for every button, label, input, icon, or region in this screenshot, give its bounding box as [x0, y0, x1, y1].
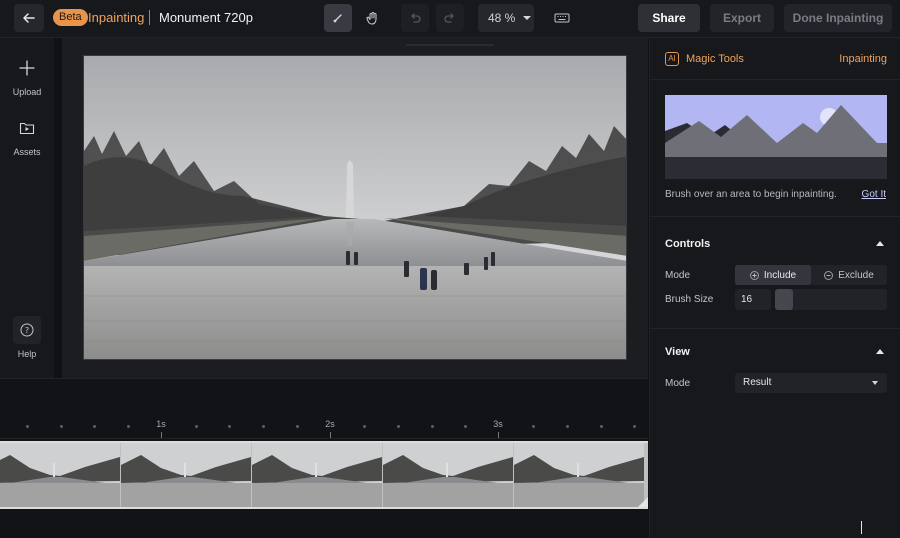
app-name: Inpainting [88, 10, 145, 25]
clip-thumbnail [383, 443, 513, 507]
controls-mode-label: Mode [665, 270, 691, 281]
brush-size-label: Brush Size [665, 294, 714, 305]
brush-tool-button[interactable] [324, 4, 352, 32]
mode-segmented-control: Include Exclude [735, 265, 887, 285]
done-inpainting-button[interactable]: Done Inpainting [784, 4, 892, 32]
ruler-dot [397, 425, 400, 428]
got-it-link[interactable]: Got It [862, 189, 886, 200]
plus-circle-icon [749, 270, 759, 280]
export-button[interactable]: Export [710, 4, 774, 32]
ruler-tick-mark [498, 432, 499, 438]
slider-handle[interactable] [775, 289, 793, 310]
view-mode-label: Mode [665, 378, 691, 389]
magic-tools-panel: AI Magic Tools Inpainting Brush over an … [649, 38, 900, 538]
controls-section-title[interactable]: Controls [665, 238, 710, 250]
plus-icon [13, 54, 41, 82]
chevron-down-icon [872, 381, 878, 385]
ruler-dot [464, 425, 467, 428]
arrow-left-icon [23, 13, 35, 23]
clip-thumbnail [514, 443, 644, 507]
collapse-caret-icon[interactable] [876, 349, 884, 354]
help-label: Help [17, 349, 37, 359]
pan-tool-button[interactable] [359, 4, 387, 32]
ruler-tick-mark [330, 432, 331, 438]
chevron-down-icon [523, 16, 532, 20]
clip-thumbnail [121, 443, 251, 507]
assets-label: Assets [13, 147, 41, 157]
brush-size-slider[interactable] [775, 289, 887, 310]
project-name[interactable]: Monument 720p [159, 10, 253, 25]
exclude-label: Exclude [838, 269, 874, 281]
brush-size-input[interactable]: 16 [735, 289, 771, 310]
ruler-dot [60, 425, 63, 428]
assets-button[interactable]: Assets [0, 114, 54, 157]
keyboard-shortcuts-button[interactable] [548, 4, 576, 32]
redo-button[interactable] [436, 4, 464, 32]
timeline-ruler[interactable]: 1s 2s 3s [0, 413, 648, 439]
ai-icon: AI [665, 52, 679, 66]
include-option[interactable]: Include [735, 265, 811, 285]
exclude-option[interactable]: Exclude [811, 265, 887, 285]
view-mode-value: Result [743, 377, 772, 388]
upload-button[interactable]: Upload [0, 54, 54, 97]
upload-label: Upload [12, 87, 42, 97]
minus-circle-icon [824, 270, 834, 280]
svg-text:?: ? [25, 326, 29, 335]
ruler-tick-2s: 2s [325, 419, 335, 429]
panel-header: AI Magic Tools Inpainting [650, 38, 900, 80]
help-button[interactable]: ? Help [0, 316, 54, 359]
ruler-dot [296, 425, 299, 428]
ruler-dot [566, 425, 569, 428]
undo-icon [411, 13, 421, 23]
keyboard-icon [554, 13, 570, 23]
panel-mode-name: Inpainting [839, 53, 887, 65]
video-clip-strip[interactable] [0, 441, 648, 509]
view-section-title[interactable]: View [665, 346, 690, 358]
ruler-dot [262, 425, 265, 428]
panel-divider [650, 328, 900, 329]
ruler-tick-3s: 3s [493, 419, 503, 429]
undo-button[interactable] [401, 4, 429, 32]
share-button[interactable]: Share [638, 4, 700, 32]
collapse-caret-icon[interactable] [876, 241, 884, 246]
canvas-scroll-indicator[interactable] [406, 44, 494, 46]
include-label: Include [763, 269, 797, 281]
clip-thumbnail [0, 443, 120, 507]
back-button[interactable] [14, 4, 44, 32]
ruler-dot [532, 425, 535, 428]
monument-photo [84, 56, 626, 359]
ruler-dot [127, 425, 130, 428]
ruler-dot [228, 425, 231, 428]
clip-thumbnail [252, 443, 382, 507]
panel-title: Magic Tools [686, 53, 744, 65]
folder-play-icon [13, 114, 41, 142]
ruler-dot [600, 425, 603, 428]
hand-icon [366, 11, 377, 25]
ruler-dot [431, 425, 434, 428]
ruler-dot [195, 425, 198, 428]
ruler-dot [93, 425, 96, 428]
inpainting-illustration [665, 95, 887, 179]
redo-icon [444, 13, 454, 23]
ruler-tick-mark [161, 432, 162, 438]
help-icon: ? [13, 316, 41, 344]
ruler-dot [363, 425, 366, 428]
zoom-dropdown[interactable]: 48 % [478, 4, 534, 32]
title-separator [149, 10, 150, 25]
clip-resize-handle-icon[interactable] [638, 497, 648, 507]
brush-icon [333, 14, 342, 23]
zoom-value: 48 % [488, 11, 516, 25]
text-cursor-icon [861, 521, 862, 534]
beta-badge: Beta [53, 9, 88, 26]
ruler-dot [633, 425, 636, 428]
panel-divider [650, 216, 900, 217]
inpainting-hint: Brush over an area to begin inpainting. [665, 189, 837, 200]
video-canvas[interactable] [83, 55, 627, 360]
timeline: 1s 2s 3s [0, 378, 648, 538]
ruler-dot [26, 425, 29, 428]
left-rail: Upload Assets ? Help [0, 38, 54, 378]
ruler-tick-1s: 1s [156, 419, 166, 429]
view-mode-select[interactable]: Result [735, 373, 887, 393]
top-bar: Beta Inpainting Monument 720p 48 % Share… [0, 0, 900, 38]
